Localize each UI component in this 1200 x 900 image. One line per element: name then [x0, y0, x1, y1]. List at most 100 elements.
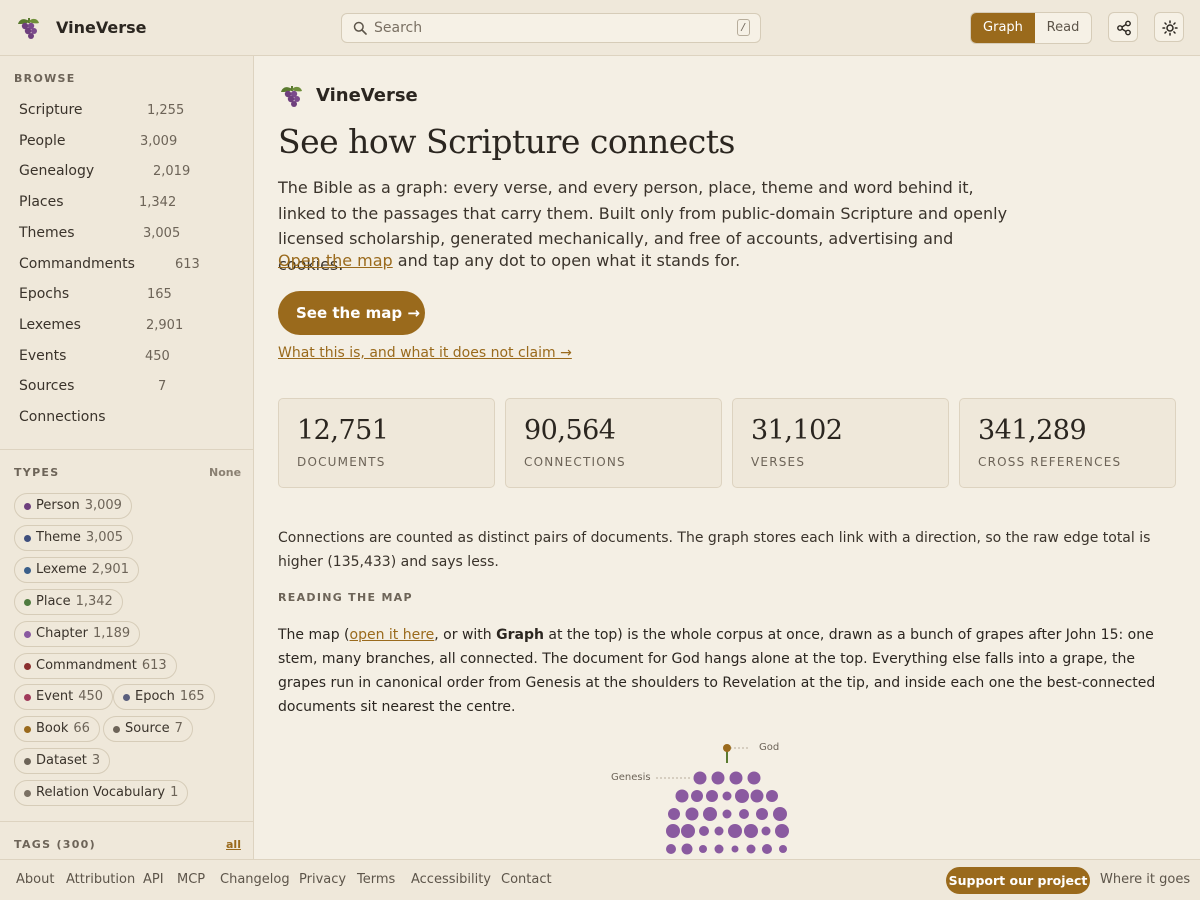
- type-chip-commandment[interactable]: Commandment 613: [14, 653, 177, 679]
- grape-node[interactable]: [666, 824, 680, 838]
- type-chip-chapter[interactable]: Chapter 1,189: [14, 621, 141, 647]
- type-chip-relation-vocabulary[interactable]: Relation Vocabulary 1: [14, 780, 189, 806]
- grape-node[interactable]: [731, 845, 739, 853]
- grape-node[interactable]: [685, 807, 699, 821]
- footer-link-accessibility[interactable]: Accessibility: [411, 872, 491, 887]
- type-chip-source[interactable]: Source 7: [103, 716, 193, 742]
- grape-node[interactable]: [706, 790, 718, 802]
- grape-diagram: God Genesis: [600, 738, 800, 860]
- sidebar-item-label: Commandments: [19, 255, 135, 272]
- search-box[interactable]: /: [341, 13, 761, 43]
- type-chip-theme[interactable]: Theme 3,005: [14, 525, 134, 551]
- sidebar-item-events[interactable]: Events 450: [19, 348, 170, 370]
- search-input[interactable]: [374, 18, 724, 38]
- type-chip-count: 1,342: [75, 594, 113, 609]
- grape-node[interactable]: [750, 789, 764, 803]
- stat-card-cross-references: 341,289 CROSS REFERENCES: [959, 398, 1176, 488]
- reading-text: , or with: [434, 627, 497, 643]
- footer-link-api[interactable]: API: [143, 872, 164, 887]
- grape-node[interactable]: [747, 771, 761, 785]
- theme-toggle-button[interactable]: [1154, 12, 1184, 42]
- grape-node[interactable]: [699, 826, 709, 836]
- footer-link-privacy[interactable]: Privacy: [299, 872, 346, 887]
- sidebar-item-themes[interactable]: Themes 3,005: [19, 225, 180, 247]
- footer-link-attribution[interactable]: Attribution: [66, 872, 135, 887]
- sidebar-item-places[interactable]: Places 1,342: [19, 194, 176, 216]
- grape-node[interactable]: [714, 826, 724, 836]
- footer-link-changelog[interactable]: Changelog: [220, 872, 290, 887]
- grape-node[interactable]: [703, 807, 717, 821]
- grape-node[interactable]: [714, 844, 724, 854]
- type-chip-person[interactable]: Person 3,009: [14, 493, 132, 519]
- share-button[interactable]: [1108, 12, 1138, 42]
- type-chip-count: 450: [78, 689, 104, 704]
- grape-node[interactable]: [711, 771, 725, 785]
- grape-node[interactable]: [722, 791, 732, 801]
- grape-node[interactable]: [735, 789, 749, 803]
- tags-all-link[interactable]: all: [226, 838, 241, 851]
- type-chip-lexeme[interactable]: Lexeme 2,901: [14, 557, 139, 583]
- sidebar-item-scripture[interactable]: Scripture 1,255: [19, 102, 184, 124]
- sidebar-item-count: 613: [175, 256, 200, 272]
- grape-node[interactable]: [693, 771, 707, 785]
- sun-icon: [1162, 20, 1178, 36]
- open-map-link[interactable]: Open the map: [278, 251, 393, 270]
- sidebar-item-lexemes[interactable]: Lexemes 2,901: [19, 317, 183, 339]
- type-chip-dataset[interactable]: Dataset 3: [14, 748, 111, 774]
- grape-node[interactable]: [675, 789, 689, 803]
- support-button[interactable]: Support our project: [946, 867, 1090, 894]
- grape-node[interactable]: [773, 807, 787, 821]
- footer-link-contact[interactable]: Contact: [501, 872, 552, 887]
- grape-node[interactable]: [722, 809, 732, 819]
- grape-node[interactable]: [766, 790, 778, 802]
- footer-link-mcp[interactable]: MCP: [177, 872, 205, 887]
- type-chip-book[interactable]: Book 66: [14, 716, 100, 742]
- types-none-button[interactable]: None: [209, 466, 241, 479]
- grape-node[interactable]: [666, 844, 676, 854]
- grape-node[interactable]: [746, 844, 756, 854]
- stat-card-documents: 12,751 DOCUMENTS: [278, 398, 495, 488]
- type-chip-epoch[interactable]: Epoch 165: [113, 684, 215, 710]
- what-this-is-link[interactable]: What this is, and what it does not claim…: [278, 345, 572, 361]
- grape-node[interactable]: [691, 790, 703, 802]
- type-chip-label: Place: [36, 594, 71, 609]
- view-toggle: Graph Read: [970, 12, 1092, 44]
- grape-node[interactable]: [744, 824, 758, 838]
- sidebar-item-count: 1,342: [139, 195, 177, 211]
- read-view-button[interactable]: Read: [1035, 13, 1091, 43]
- god-node[interactable]: [723, 744, 731, 752]
- type-color-dot: [24, 663, 31, 670]
- grape-node[interactable]: [761, 826, 771, 836]
- grapes-logo-icon[interactable]: [15, 14, 43, 42]
- app-title[interactable]: VineVerse: [56, 18, 146, 37]
- grape-node[interactable]: [775, 824, 789, 838]
- grape-node[interactable]: [762, 844, 772, 854]
- grape-node[interactable]: [668, 808, 680, 820]
- footer-link-about[interactable]: About: [16, 872, 54, 887]
- grapes-logo-icon: [281, 86, 302, 107]
- grape-node[interactable]: [681, 824, 695, 838]
- sidebar-item-epochs[interactable]: Epochs 165: [19, 286, 172, 308]
- graph-view-button[interactable]: Graph: [971, 13, 1035, 43]
- grape-node[interactable]: [729, 771, 743, 785]
- grape-node[interactable]: [728, 824, 742, 838]
- footer-link-terms[interactable]: Terms: [357, 872, 395, 887]
- sidebar-item-people[interactable]: People 3,009: [19, 133, 177, 155]
- grape-node[interactable]: [739, 809, 749, 819]
- grape-node[interactable]: [681, 843, 693, 855]
- see-map-button[interactable]: See the map →: [278, 291, 425, 335]
- grape-node[interactable]: [779, 845, 787, 853]
- stat-label: CONNECTIONS: [524, 455, 626, 469]
- sidebar-item-genealogy[interactable]: Genealogy 2,019: [19, 163, 190, 185]
- type-chip-label: Book: [36, 721, 69, 736]
- type-chip-event[interactable]: Event 450: [14, 684, 114, 710]
- where-it-goes-link[interactable]: Where it goes: [1100, 872, 1190, 887]
- sidebar-item-sources[interactable]: Sources 7: [19, 378, 166, 400]
- grape-node[interactable]: [756, 808, 768, 820]
- grape-node[interactable]: [699, 845, 707, 853]
- footer: About Attribution API MCP Changelog Privacy Te…: [0, 859, 1200, 900]
- sidebar-item-commandments[interactable]: Commandments 613: [19, 255, 200, 278]
- type-chip-place[interactable]: Place 1,342: [14, 589, 123, 615]
- sidebar-item-connections[interactable]: Connections: [19, 409, 106, 431]
- open-here-link[interactable]: open it here: [350, 627, 435, 643]
